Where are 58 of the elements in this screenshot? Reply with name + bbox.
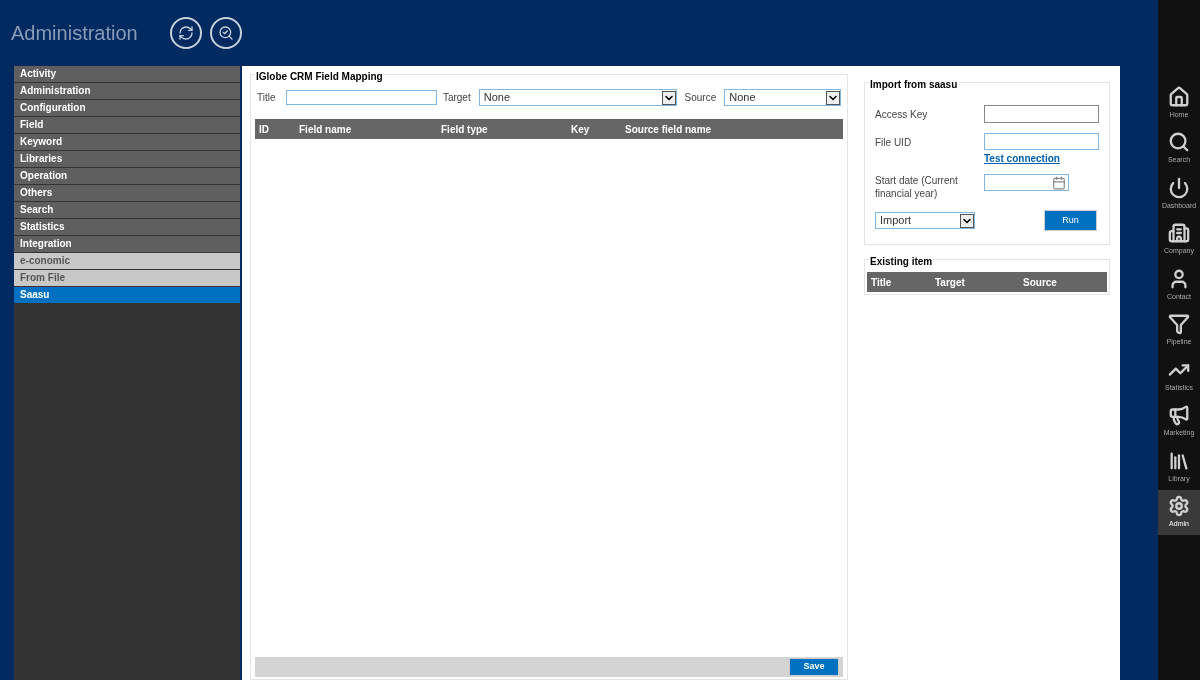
person-icon [1168, 267, 1190, 290]
refresh-icon [177, 25, 194, 41]
sidebar-item[interactable]: e-conomic [14, 253, 240, 269]
funnel-icon [1168, 313, 1190, 335]
home-icon [1168, 85, 1190, 108]
column-header: Key [571, 122, 591, 137]
field-label: File UID [875, 136, 912, 150]
field-label: Start date (Current financial year) [875, 174, 959, 200]
refresh-button[interactable] [169, 17, 202, 49]
caret-icon [661, 90, 676, 105]
section-title: Import from saasu [869, 77, 959, 92]
search-icon [217, 25, 234, 41]
run-button[interactable]: Run [1044, 210, 1097, 231]
search-button[interactable] [209, 17, 242, 49]
file-uid-field[interactable] [984, 133, 1099, 150]
sidebar-item[interactable]: Keyword [14, 134, 240, 150]
sidebar-item[interactable]: Search [14, 202, 240, 218]
sidebar-item[interactable]: Activity [14, 66, 240, 82]
column-header: Source [1023, 275, 1058, 290]
test-connection-link[interactable]: Test connection [984, 151, 1099, 166]
save-button[interactable]: Save [789, 658, 839, 676]
column-header: ID [259, 122, 270, 137]
settings-icon [1168, 495, 1190, 517]
field-label: Target [442, 91, 471, 105]
target-dropdown[interactable]: None [478, 89, 677, 106]
field-label: Access Key [875, 107, 928, 122]
section-title: Existing item [869, 254, 934, 269]
mode-dropdown[interactable]: Import [875, 212, 975, 229]
sidebar-item[interactable]: Others [14, 185, 240, 201]
sidebar-item[interactable]: Integration [14, 236, 240, 252]
caret-icon [960, 213, 974, 228]
sidebar-item[interactable]: Field [14, 117, 240, 133]
column-header: Field type [441, 122, 489, 137]
calendar-icon [1052, 175, 1066, 190]
column-header: Target [935, 275, 966, 290]
sidebar-item[interactable]: Libraries [14, 151, 240, 167]
section-title: IGlobe CRM Field Mapping [255, 69, 384, 84]
sidebar-item[interactable]: Configuration [14, 100, 240, 116]
column-header: Field name [299, 122, 353, 137]
source-dropdown[interactable]: None [724, 89, 841, 106]
sidebar-item[interactable]: Statistics [14, 219, 240, 235]
megaphone-icon [1168, 404, 1190, 426]
building-icon [1168, 222, 1190, 244]
field-label: Source [684, 91, 717, 105]
column-header: Source field name [625, 122, 713, 137]
sidebar-item[interactable]: Operation [14, 168, 240, 184]
field-label: Title [257, 91, 276, 105]
sidebar-item[interactable]: From File [14, 270, 240, 286]
sidebar-item[interactable]: Administration [14, 83, 240, 99]
power-icon [1168, 176, 1190, 199]
title-field[interactable] [285, 90, 437, 105]
date-field[interactable] [984, 174, 1069, 191]
search-icon [1168, 131, 1190, 153]
access-key-field[interactable] [984, 105, 1099, 123]
sidebar-item[interactable]: Saasu [14, 287, 240, 303]
column-header: Title [871, 275, 893, 290]
page-title: Administration [11, 21, 138, 46]
caret-icon [826, 90, 840, 105]
